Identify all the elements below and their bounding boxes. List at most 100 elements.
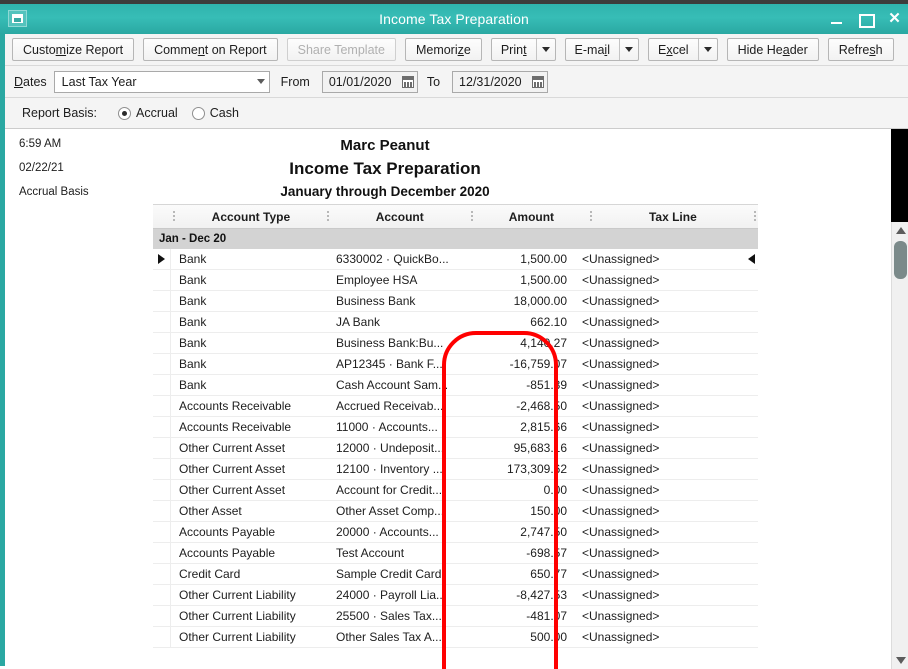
table-row[interactable]: Other Current Liability 24000 · Payroll L… [153,585,758,606]
to-date-input[interactable]: 12/31/2020 [452,70,549,93]
table-group-header: Jan - Dec 20 [153,229,758,249]
excel-split-button[interactable]: Excel [647,38,718,61]
cell-amount: -698.57 [526,546,567,560]
scroll-track-upper-block [891,129,908,222]
column-resize-handle[interactable] [324,205,331,228]
column-header-account[interactable]: Account [331,205,468,228]
to-date-value: 12/31/2020 [459,74,522,89]
cell-amount: 2,747.50 [520,525,567,539]
close-icon[interactable]: ✕ [887,11,902,27]
cell-account: Business Bank [336,294,416,308]
radio-accrual[interactable]: Accrual [118,106,178,120]
cell-account: Other Asset Comp... [336,504,445,518]
calendar-icon[interactable] [532,75,545,88]
table-row[interactable]: Bank Employee HSA 1,500.00 <Unassigned> [153,270,758,291]
cell-account-type: Other Current Asset [179,483,286,497]
table-row[interactable]: Credit Card Sample Credit Card 650.77 <Unas… [153,564,758,585]
window-menu-icon[interactable] [8,10,27,27]
table-row[interactable]: Accounts Receivable 11000 · Accounts... 2,… [153,417,758,438]
print-button[interactable]: Print [492,39,537,60]
cell-account-type: Credit Card [179,567,241,581]
cell-tax-line: <Unassigned> [582,504,660,518]
email-split-button[interactable]: E-mail [564,38,639,61]
table-row[interactable]: Bank AP12345 · Bank F... -16,759.07 <Unassi… [153,354,758,375]
cell-amount: 2,815.66 [520,420,567,434]
cell-amount: -481.07 [526,609,567,623]
cell-account: 12100 · Inventory ... [336,462,443,476]
row-marker-cell [153,249,171,269]
row-marker-cell [153,396,171,416]
cell-account: 6330002 · QuickBo... [336,252,449,266]
column-header-account-type[interactable]: Account Type [177,205,324,228]
cell-tax-line: <Unassigned> [582,294,660,308]
column-resize-handle[interactable] [468,205,475,228]
scroll-thumb[interactable] [894,241,907,279]
print-split-button[interactable]: Print [490,38,556,61]
row-marker-cell [153,606,171,626]
refresh-button[interactable]: Refresh [827,38,894,61]
cell-account-type: Accounts Payable [179,525,276,539]
share-template-button: Share Template [286,38,396,61]
cell-tax-line: <Unassigned> [582,420,660,434]
cell-account: 25500 · Sales Tax... [336,609,442,623]
table-row[interactable]: Bank 6330002 · QuickBo... 1,500.00 <Unassig… [153,249,758,270]
table-row[interactable]: Bank Cash Account Sam... -851.39 <Unassigne… [153,375,758,396]
memorize-button[interactable]: Memorize [404,38,482,61]
table-row[interactable]: Other Current Asset 12000 · Undeposit... 9… [153,438,758,459]
column-resize-handle[interactable] [751,205,758,228]
cell-amount: 0.00 [543,483,567,497]
column-resize-handle[interactable] [588,205,595,228]
from-date-input[interactable]: 01/01/2020 [321,70,418,93]
calendar-icon[interactable] [401,75,414,88]
cell-amount: 662.10 [530,315,567,329]
cell-account: 11000 · Accounts... [336,420,438,434]
chevron-down-icon [624,47,633,52]
table-row[interactable]: Accounts Payable 20000 · Accounts... 2,747… [153,522,758,543]
report-basis-label: Report Basis: [22,106,98,120]
table-row[interactable]: Other Current Liability 25500 · Sales Tax… [153,606,758,627]
table-row[interactable]: Bank Business Bank:Bu... 4,140.27 <Unassign… [153,333,758,354]
column-header-tax-line[interactable]: Tax Line [595,205,752,228]
cell-account-type: Accounts Receivable [179,420,292,434]
cell-account-type: Accounts Payable [179,546,276,560]
radio-cash[interactable]: Cash [191,106,239,120]
date-range-select[interactable]: Last Tax Year [53,70,270,93]
cell-tax-line: <Unassigned> [582,588,660,602]
window-menu-glyph [12,14,23,23]
table-row[interactable]: Bank JA Bank 662.10 <Unassigned> [153,312,758,333]
table-row[interactable]: Other Current Liability Other Sales Tax A… [153,627,758,648]
excel-dropdown-button[interactable] [699,39,717,60]
table-row[interactable]: Other Current Asset Account for Credit...… [153,480,758,501]
cell-account-type: Other Current Liability [179,630,296,644]
row-marker-cell [153,564,171,584]
hide-header-button[interactable]: Hide Header [726,38,819,61]
table-row[interactable]: Other Asset Other Asset Comp... 150.00 <Una… [153,501,758,522]
cell-amount: 4,140.27 [520,336,567,350]
vertical-scrollbar[interactable] [891,222,908,669]
print-dropdown-button[interactable] [537,39,555,60]
maximize-icon[interactable] [858,12,875,28]
radio-accrual-label: Accrual [136,106,178,120]
cell-tax-line: <Unassigned> [582,609,660,623]
cell-amount: -851.39 [526,378,567,392]
customize-report-button[interactable]: Customize Report [12,38,135,61]
comment-on-report-button[interactable]: Comment on Report [143,38,278,61]
row-marker-cell [153,417,171,437]
cell-amount: 18,000.00 [513,294,567,308]
scroll-down-arrow-icon[interactable] [892,652,908,669]
cell-account: Business Bank:Bu... [336,336,444,350]
table-row[interactable]: Other Current Asset 12100 · Inventory ...… [153,459,758,480]
email-dropdown-button[interactable] [620,39,638,60]
row-end-marker-icon [748,254,755,264]
column-resize-handle[interactable] [171,205,178,228]
email-button[interactable]: E-mail [566,39,620,60]
cell-amount: 173,309.62 [506,462,567,476]
cell-tax-line: <Unassigned> [582,483,660,497]
table-row[interactable]: Accounts Receivable Accrued Receivab... -2… [153,396,758,417]
excel-button[interactable]: Excel [649,39,699,60]
table-row[interactable]: Bank Business Bank 18,000.00 <Unassigned> [153,291,758,312]
minimize-icon[interactable] [829,12,844,27]
scroll-up-arrow-icon[interactable] [892,222,908,239]
table-row[interactable]: Accounts Payable Test Account -698.57 <Unas… [153,543,758,564]
column-header-amount[interactable]: Amount [475,205,588,228]
